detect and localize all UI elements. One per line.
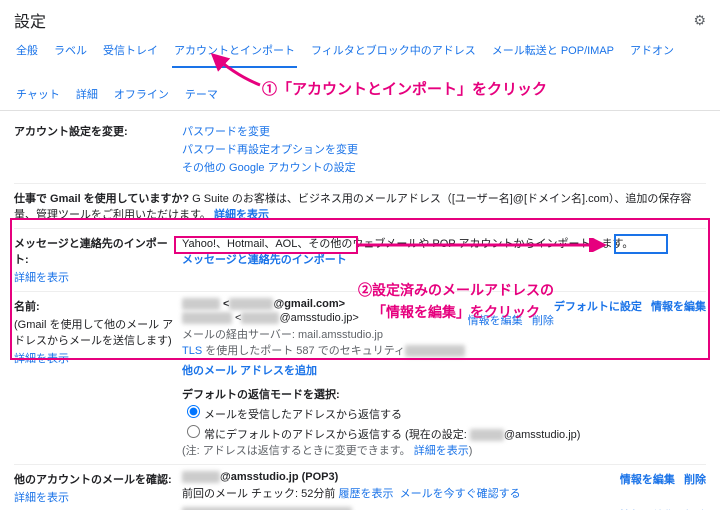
link-change-password[interactable]: パスワードを変更 bbox=[182, 126, 270, 138]
label-gsuite: 仕事で Gmail を使用していますか? G Suite のお客様は、ビジネス用… bbox=[14, 190, 714, 222]
tab-chat[interactable]: チャット bbox=[14, 80, 62, 110]
text-route: メールの経由サーバー: mail.amsstudio.jp bbox=[182, 326, 706, 342]
settings-tabs: 全般 ラベル 受信トレイ アカウントとインポート フィルタとブロック中のアドレス… bbox=[0, 36, 720, 111]
link-edit-info-1[interactable]: 情報を編集 bbox=[651, 301, 706, 313]
gear-icon[interactable]: ⚙ bbox=[693, 12, 706, 29]
link-history[interactable]: 履歴を表示 bbox=[338, 488, 393, 500]
link-delete-2[interactable]: 削除 bbox=[532, 315, 554, 327]
radio-reply-received[interactable]: メールを受信したアドレスから返信する bbox=[182, 402, 706, 422]
page-title: 設定 bbox=[14, 8, 46, 32]
link-set-default-1[interactable]: デフォルトに設定 bbox=[554, 301, 642, 313]
send-as-primary: xx <xx@gmail.com> デフォルトに設定 情報を編集 bbox=[182, 298, 706, 310]
tab-forwarding[interactable]: メール転送と POP/IMAP bbox=[490, 36, 616, 68]
link-pop-del-1[interactable]: 削除 bbox=[684, 474, 706, 486]
tab-addons[interactable]: アドオン bbox=[628, 36, 676, 68]
radio-reply-default[interactable]: 常にデフォルトのアドレスから返信する (現在の設定: xx@amsstudio.… bbox=[182, 422, 706, 442]
tab-filters[interactable]: フィルタとブロック中のアドレス bbox=[309, 36, 478, 68]
pop-account-1: xx@amsstudio.jp (POP3) 情報を編集 削除 bbox=[182, 471, 706, 483]
tab-themes[interactable]: テーマ bbox=[183, 80, 220, 110]
tab-advanced[interactable]: 詳細 bbox=[74, 80, 100, 110]
link-tls[interactable]: TLS bbox=[182, 345, 202, 357]
tab-accounts-import[interactable]: アカウントとインポート bbox=[172, 36, 297, 68]
text-reply-note: (注: アドレスは返信するときに変更できます。 詳細を表示) bbox=[182, 442, 706, 458]
label-import: メッセージと連絡先のインポート: 詳細を表示 bbox=[14, 235, 182, 285]
link-reply-note-more[interactable]: 詳細を表示 bbox=[414, 445, 469, 457]
label-other-accounts: 他のアカウントのメールを確認: 詳細を表示 bbox=[14, 471, 182, 510]
link-pop-edit-1[interactable]: 情報を編集 bbox=[620, 474, 675, 486]
label-name: 名前: (Gmail を使用して他のメール アドレスからメールを送信します) 詳… bbox=[14, 298, 182, 458]
link-import-more[interactable]: 詳細を表示 bbox=[14, 269, 174, 285]
link-add-other-address[interactable]: 他のメール アドレスを追加 bbox=[182, 365, 317, 377]
link-name-more[interactable]: 詳細を表示 bbox=[14, 350, 174, 366]
tab-labels[interactable]: ラベル bbox=[52, 36, 89, 68]
link-do-import[interactable]: メッセージと連絡先のインポート bbox=[182, 254, 347, 266]
tab-inbox[interactable]: 受信トレイ bbox=[101, 36, 160, 68]
label-default-reply: デフォルトの返信モードを選択: bbox=[182, 386, 706, 402]
link-other-more[interactable]: 詳細を表示 bbox=[14, 489, 174, 505]
text-import-desc: Yahoo!、Hotmail、AOL、その他のウェブメールや POP アカウント… bbox=[182, 235, 706, 251]
link-password-recovery[interactable]: パスワード再設定オプションを変更 bbox=[182, 144, 358, 156]
text-security: TLS を使用したポート 587 でのセキュリティxx bbox=[182, 342, 706, 358]
tab-general[interactable]: 全般 bbox=[14, 36, 40, 68]
link-check-now[interactable]: メールを今すぐ確認する bbox=[400, 488, 521, 500]
text-last-check: 前回のメール チェック: 52分前 履歴を表示 メールを今すぐ確認する bbox=[182, 485, 706, 501]
link-edit-info-2[interactable]: 情報を編集 bbox=[468, 315, 523, 327]
link-gsuite-more[interactable]: 詳細を表示 bbox=[214, 209, 269, 221]
label-account-change: アカウント設定を変更: bbox=[14, 123, 182, 177]
link-other-google-settings[interactable]: その他の Google アカウントの設定 bbox=[182, 162, 356, 174]
tab-offline[interactable]: オフライン bbox=[112, 80, 171, 110]
